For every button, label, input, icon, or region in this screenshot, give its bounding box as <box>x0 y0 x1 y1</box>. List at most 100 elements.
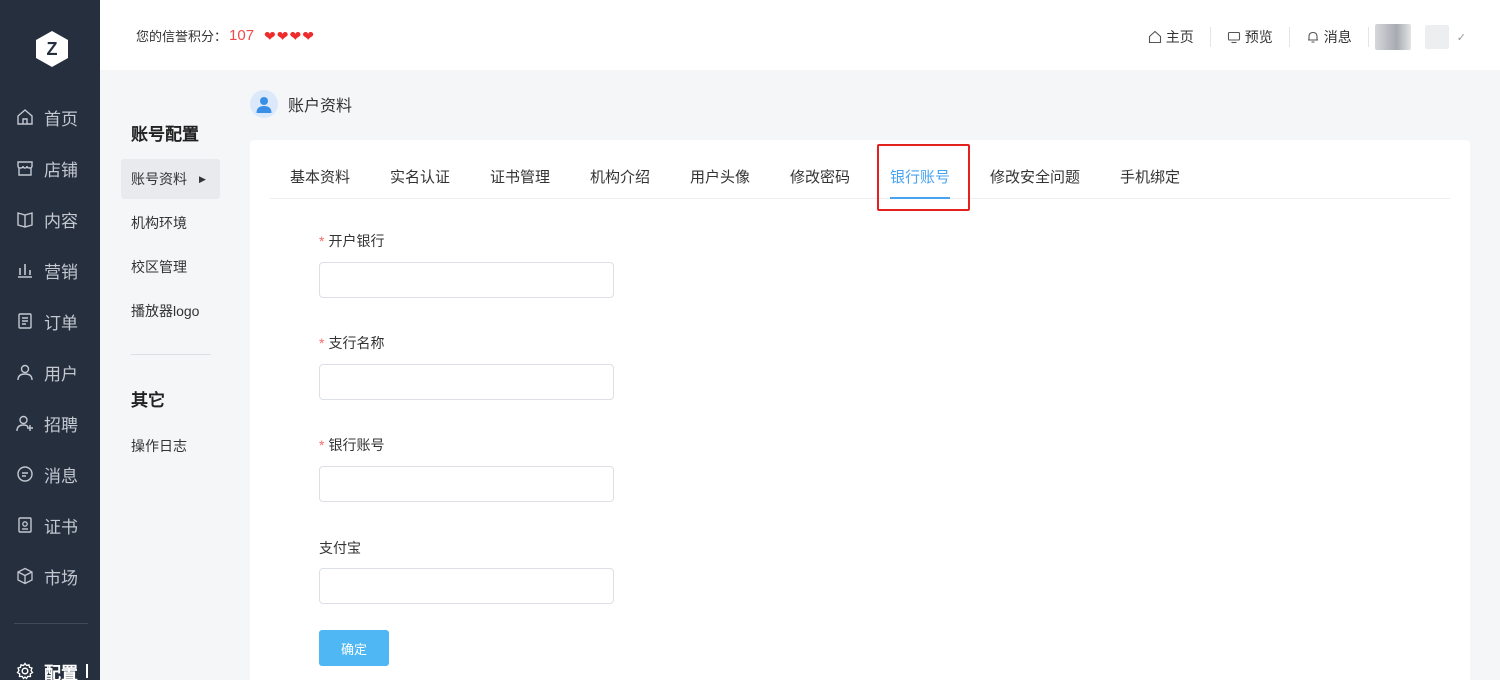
user-icon <box>16 363 34 381</box>
heart-icon: ❤ <box>289 27 302 44</box>
username <box>1424 25 1449 49</box>
section-title-account: 账号配置 <box>131 125 199 144</box>
page-title: 账户资料 <box>250 90 352 118</box>
gear-icon <box>16 662 34 680</box>
nav-divider <box>14 623 88 624</box>
tab-bar: 基本资料 实名认证 证书管理 机构介绍 用户头像 修改密码 银行账号 修改安全问… <box>270 158 1450 199</box>
tab-certificates[interactable]: 证书管理 <box>490 166 550 187</box>
sidebar-divider <box>131 354 211 355</box>
preview-link[interactable]: 预览 <box>1211 27 1290 47</box>
active-indicator <box>86 664 88 678</box>
bell-icon <box>1307 31 1318 43</box>
nav-item-content[interactable]: 内容 <box>0 199 100 239</box>
branch-name-label: * 支行名称 <box>319 335 385 351</box>
monitor-icon <box>1227 31 1240 44</box>
nav-item-market[interactable]: 市场 <box>0 556 100 596</box>
message-icon <box>16 465 34 483</box>
nav-item-home[interactable]: 首页 <box>0 97 100 137</box>
nav-item-certificates[interactable]: 证书 <box>0 505 100 545</box>
caret-right-icon: ▶ <box>199 173 206 184</box>
submit-button[interactable]: 确定 <box>319 630 389 666</box>
avatar <box>1374 24 1411 50</box>
branch-name-input[interactable] <box>319 364 614 400</box>
sidebar-item-label: 操作日志 <box>131 438 187 454</box>
tab-phone-binding[interactable]: 手机绑定 <box>1120 166 1180 187</box>
nav-item-recruit[interactable]: 招聘 <box>0 403 100 443</box>
sidebar-item-campus[interactable]: 校区管理 <box>121 247 220 287</box>
section-title-other: 其它 <box>131 391 165 410</box>
credit-value: 107 <box>229 27 255 44</box>
messages-link-label: 消息 <box>1323 29 1352 45</box>
bank-name-label: * 开户银行 <box>319 233 385 249</box>
tab-change-password[interactable]: 修改密码 <box>790 166 850 187</box>
heart-icon: ❤ <box>264 27 276 44</box>
nav-label: 市场 <box>44 568 78 588</box>
sidebar-item-environment[interactable]: 机构环境 <box>121 203 220 243</box>
nav-item-orders[interactable]: 订单 <box>0 301 100 341</box>
user-avatar-icon <box>250 90 278 118</box>
nav-item-store[interactable]: 店铺 <box>0 148 100 188</box>
user-add-icon <box>16 414 34 432</box>
app-logo[interactable]: Z <box>34 30 70 68</box>
sidebar-item-label: 机构环境 <box>131 215 187 231</box>
credit-hearts: ❤ ❤ ❤ ❤ <box>264 29 315 43</box>
credit-score: 您的信誉积分： 107 ❤ ❤ ❤ ❤ <box>136 26 315 45</box>
nav-label: 订单 <box>44 313 78 333</box>
heart-icon: ❤ <box>302 27 314 44</box>
sidebar-item-label: 校区管理 <box>131 259 187 275</box>
nav-item-marketing[interactable]: 营销 <box>0 250 100 290</box>
header-links: 主页 预览 消息 ✓ <box>1132 24 1500 50</box>
required-marker: * <box>319 437 325 453</box>
order-icon <box>16 312 34 330</box>
tab-basic-info[interactable]: 基本资料 <box>290 166 350 187</box>
account-number-label: * 银行账号 <box>319 437 385 453</box>
nav-label: 证书 <box>44 517 78 537</box>
account-number-input[interactable] <box>319 466 614 502</box>
required-marker: * <box>319 335 325 351</box>
nav-label: 配置 <box>44 663 78 680</box>
nav-label: 店铺 <box>44 160 78 180</box>
nav-label: 内容 <box>44 211 78 231</box>
store-icon <box>16 159 34 177</box>
tab-institution-intro[interactable]: 机构介绍 <box>590 166 650 187</box>
nav-item-settings[interactable]: 配置 <box>0 651 100 680</box>
required-marker: * <box>319 233 325 249</box>
certificate-icon <box>16 516 34 534</box>
alipay-label: 支付宝 <box>319 540 361 556</box>
nav-label: 招聘 <box>44 415 78 435</box>
tab-real-name[interactable]: 实名认证 <box>390 166 450 187</box>
nav-label: 消息 <box>44 466 78 486</box>
nav-item-users[interactable]: 用户 <box>0 352 100 392</box>
home-link-label: 主页 <box>1165 29 1194 45</box>
heart-icon: ❤ <box>276 27 289 44</box>
sidebar-item-label: 播放器logo <box>131 303 200 319</box>
credit-label: 您的信誉积分： <box>136 29 228 44</box>
home-link[interactable]: 主页 <box>1132 27 1211 47</box>
tab-bank-account[interactable]: 银行账号 <box>890 166 951 199</box>
tab-user-avatar[interactable]: 用户头像 <box>690 166 750 187</box>
book-icon <box>16 210 34 228</box>
top-header: 您的信誉积分： 107 ❤ ❤ ❤ ❤ 主页 预览 消息 ✓ <box>100 0 1500 70</box>
bank-name-input[interactable] <box>319 262 614 298</box>
cube-icon <box>16 567 34 585</box>
settings-sidebar: 账号配置 账号资料 ▶ 机构环境 校区管理 播放器logo 其它 操作日志 <box>100 70 250 680</box>
main-card: 基本资料 实名认证 证书管理 机构介绍 用户头像 修改密码 银行账号 修改安全问… <box>250 140 1470 680</box>
nav-item-messages[interactable]: 消息 <box>0 454 100 494</box>
home-icon <box>1148 30 1161 44</box>
home-icon <box>16 108 34 126</box>
sidebar-item-label: 账号资料 <box>131 171 187 187</box>
chart-icon <box>16 261 34 279</box>
messages-link[interactable]: 消息 <box>1290 27 1369 47</box>
page-title-text: 账户资料 <box>288 98 353 115</box>
chevron-down-icon: ✓ <box>1456 31 1466 44</box>
tab-security-question[interactable]: 修改安全问题 <box>990 166 1080 187</box>
user-menu[interactable]: ✓ <box>1374 24 1466 50</box>
sidebar-item-account-profile[interactable]: 账号资料 ▶ <box>121 159 220 199</box>
nav-label: 首页 <box>44 109 78 129</box>
svg-text:Z: Z <box>47 39 58 59</box>
alipay-input[interactable] <box>319 568 614 604</box>
main-nav: Z 首页 店铺 内容 营销 订单 用户 招聘 消息 证书 市场 配置 <box>0 0 100 680</box>
sidebar-item-operation-log[interactable]: 操作日志 <box>121 426 220 466</box>
nav-label: 用户 <box>44 364 78 384</box>
sidebar-item-player-logo[interactable]: 播放器logo <box>121 291 220 331</box>
